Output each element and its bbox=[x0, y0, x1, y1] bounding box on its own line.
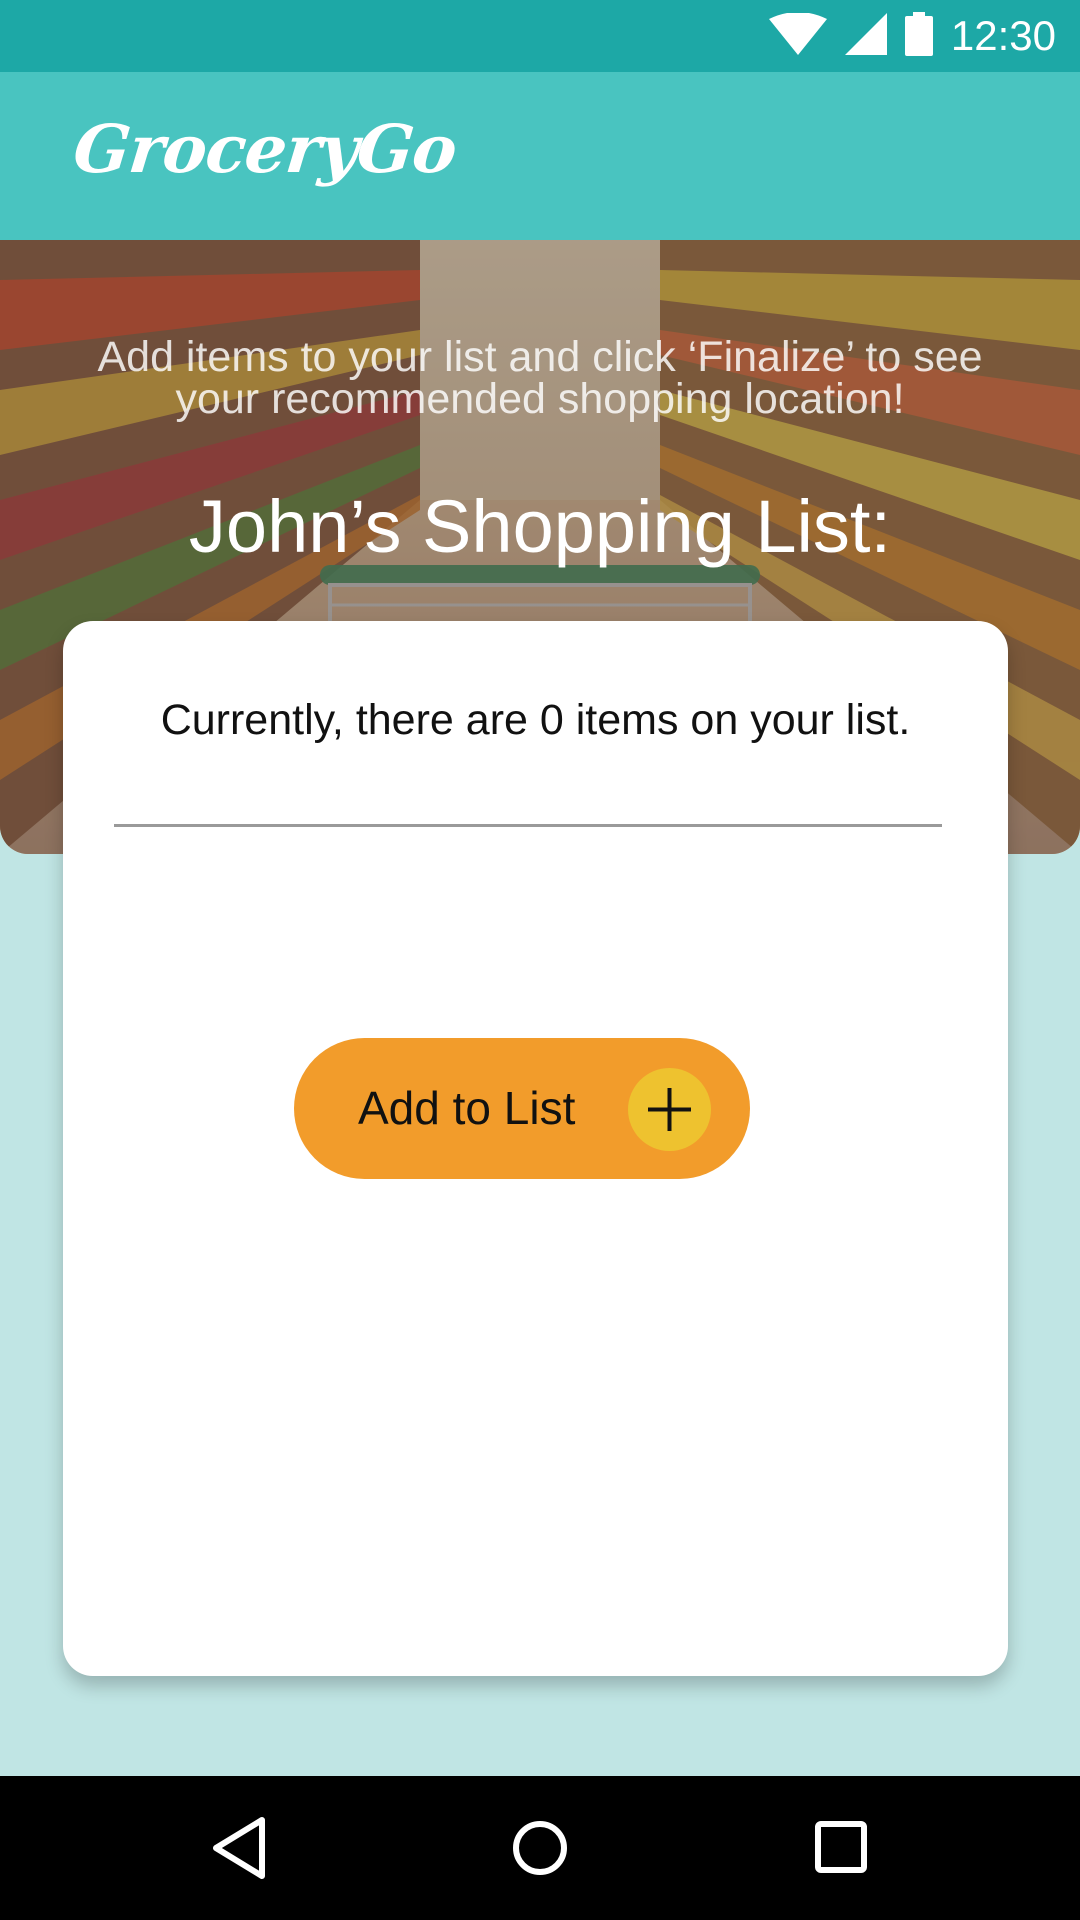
plus-icon bbox=[628, 1068, 711, 1151]
status-icons: 12:30 bbox=[768, 0, 1056, 72]
divider bbox=[114, 824, 942, 827]
list-title: John’s Shopping List: bbox=[188, 485, 892, 568]
battery-icon bbox=[904, 11, 933, 61]
add-to-list-label: Add to List bbox=[358, 1082, 576, 1134]
instruction-text: Add items to your list and click ‘Finali… bbox=[97, 333, 983, 423]
status-bar: 12:30 bbox=[0, 0, 1080, 72]
app-title: GroceryGo bbox=[69, 110, 460, 188]
wifi-icon bbox=[768, 11, 827, 60]
back-icon[interactable] bbox=[204, 1812, 276, 1884]
cell-signal-icon bbox=[844, 12, 887, 60]
recents-icon[interactable] bbox=[806, 1812, 878, 1884]
item-count-text: Currently, there are 0 items on your lis… bbox=[160, 696, 911, 744]
app-bar: GroceryGo bbox=[0, 72, 1080, 240]
add-to-list-button[interactable]: Add to List bbox=[294, 1038, 750, 1179]
status-time: 12:30 bbox=[950, 12, 1056, 59]
system-nav-bar bbox=[0, 1776, 1080, 1920]
shopping-list-card: Currently, there are 0 items on your lis… bbox=[63, 621, 1008, 1676]
home-icon[interactable] bbox=[504, 1812, 576, 1884]
